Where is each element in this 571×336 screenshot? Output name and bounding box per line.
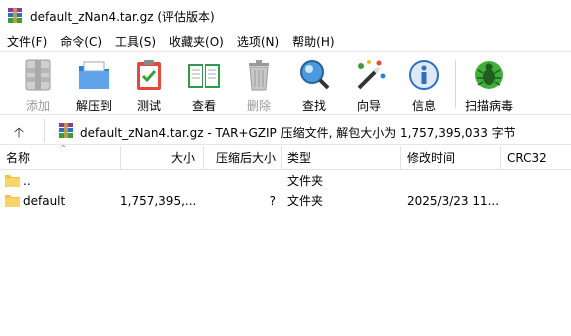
- virus-bug-icon: [475, 61, 503, 89]
- clipboard-check-icon: [137, 60, 161, 90]
- view-button[interactable]: 查看: [176, 55, 232, 113]
- wizard-label: 向导: [356, 99, 381, 113]
- archive-add-icon: [25, 59, 51, 91]
- column-separator[interactable]: [400, 146, 401, 170]
- item-name: default: [23, 194, 66, 208]
- window-title: default_zNan4.tar.gz (评估版本): [30, 10, 215, 24]
- winrar-app-icon: [8, 8, 22, 23]
- column-name[interactable]: 名称: [6, 146, 30, 170]
- item-packed-size: [203, 171, 276, 191]
- menu-tools[interactable]: 工具(S): [108, 33, 162, 50]
- extract-to-label: 解压到: [75, 99, 112, 113]
- menu-help[interactable]: 帮助(H): [285, 33, 340, 50]
- menu-bar: 文件(F) 命令(C) 工具(S) 收藏夹(O) 选项(N) 帮助(H): [0, 32, 571, 50]
- delete-button[interactable]: 删除: [231, 55, 287, 113]
- item-name: ..: [23, 174, 31, 188]
- add-label: 添加: [25, 99, 50, 113]
- path-text[interactable]: default_zNan4.tar.gz - TAR+GZIP 压缩文件, 解包…: [80, 124, 516, 141]
- menu-file[interactable]: 文件(F): [0, 33, 53, 50]
- item-type: 文件夹: [287, 174, 324, 188]
- toolbar-separator: [455, 60, 456, 108]
- open-book-icon: [188, 64, 220, 88]
- item-type: 文件夹: [287, 194, 324, 208]
- path-divider: [44, 119, 45, 142]
- menu-favorites[interactable]: 收藏夹(O): [162, 33, 230, 50]
- magic-wand-icon: [357, 60, 386, 90]
- column-type[interactable]: 类型: [287, 146, 311, 170]
- info-button[interactable]: 信息: [396, 55, 452, 113]
- extract-to-button[interactable]: 解压到: [66, 55, 122, 113]
- info-label: 信息: [411, 99, 436, 113]
- column-separator[interactable]: [281, 146, 282, 170]
- test-button[interactable]: 测试: [121, 55, 177, 113]
- menu-commands[interactable]: 命令(C): [53, 33, 108, 50]
- column-crc32[interactable]: CRC32: [507, 146, 547, 170]
- trash-icon: [249, 60, 269, 91]
- wizard-button[interactable]: 向导: [341, 55, 397, 113]
- column-modified[interactable]: 修改时间: [407, 146, 455, 170]
- magnifier-icon: [300, 60, 330, 90]
- archive-icon: [59, 123, 73, 138]
- info-icon: [409, 60, 439, 90]
- test-label: 测试: [136, 99, 161, 113]
- add-button[interactable]: 添加: [10, 55, 66, 113]
- item-packed-size: ?: [269, 194, 276, 208]
- list-item[interactable]: .. 文件夹: [0, 171, 571, 191]
- up-arrow-icon[interactable]: 🡡: [14, 122, 24, 146]
- column-size[interactable]: 大小: [120, 146, 195, 170]
- find-label: 查找: [301, 99, 326, 113]
- view-label: 查看: [191, 99, 216, 113]
- title-bar: default_zNan4.tar.gz (评估版本): [0, 0, 571, 32]
- file-list-header: 名称 ⌃ 大小 压缩后大小 类型 修改时间 CRC32: [0, 144, 571, 170]
- sort-caret-icon: ⌃: [60, 144, 67, 153]
- find-button[interactable]: 查找: [286, 55, 342, 113]
- virus-scan-button[interactable]: 扫描病毒: [461, 55, 517, 113]
- menu-options[interactable]: 选项(N): [230, 33, 285, 50]
- item-size: 1,757,395,...: [120, 194, 197, 208]
- path-bar: 🡡 default_zNan4.tar.gz - TAR+GZIP 压缩文件, …: [0, 116, 571, 145]
- folder-icon: [5, 195, 20, 207]
- column-separator[interactable]: [500, 146, 501, 170]
- item-modified: 2025/3/23 11...: [407, 194, 500, 208]
- item-size: [120, 171, 196, 191]
- toolbar: 添加 解压到 测试 查看 删除 查找 向导 信息 扫描病毒: [0, 51, 571, 115]
- list-item[interactable]: default 1,757,395,... ? 文件夹 2025/3/23 11…: [0, 191, 571, 211]
- column-packed-size[interactable]: 压缩后大小: [203, 146, 276, 170]
- folder-extract-icon: [79, 61, 109, 89]
- virus-scan-label: 扫描病毒: [464, 99, 513, 113]
- delete-label: 删除: [246, 99, 271, 113]
- folder-icon: [5, 175, 20, 187]
